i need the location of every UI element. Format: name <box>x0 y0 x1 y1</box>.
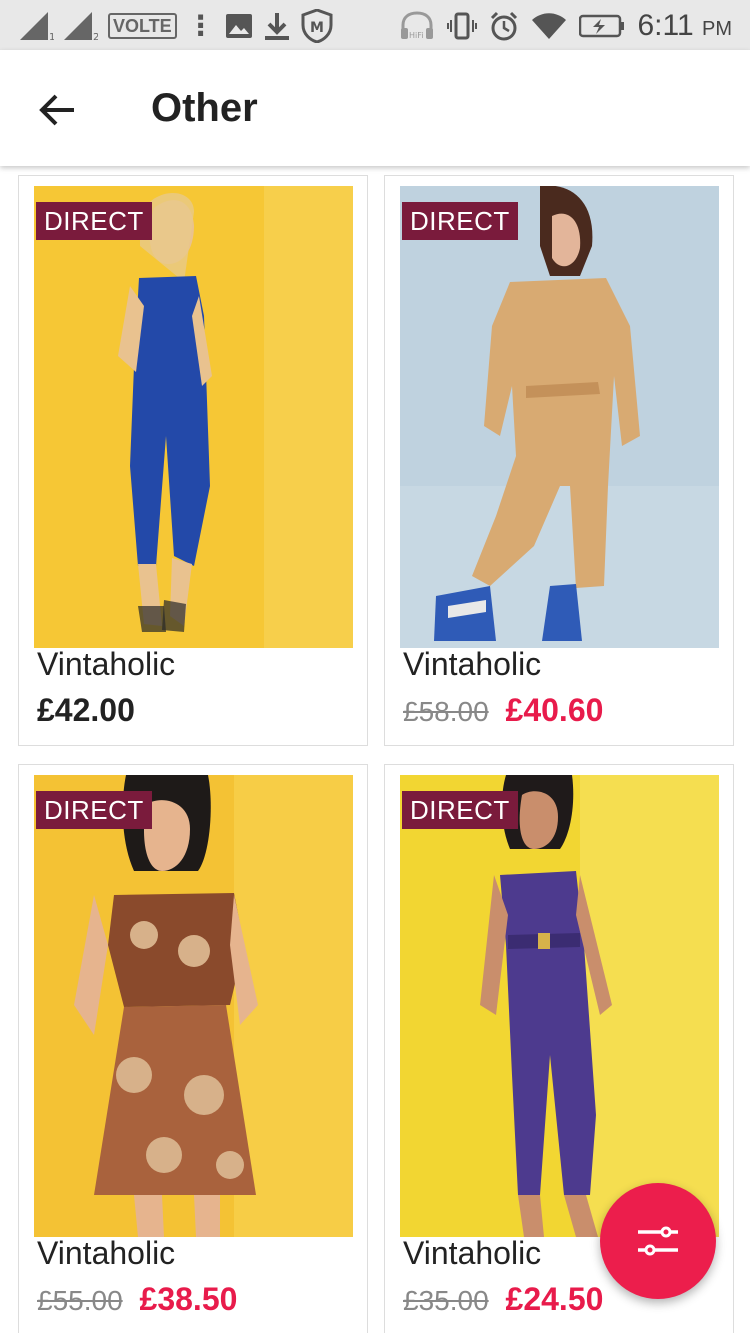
svg-text:M: M <box>310 20 324 36</box>
battery-charging-icon <box>579 14 625 38</box>
product-original-price: £35.00 <box>403 1285 489 1316</box>
filter-button[interactable] <box>600 1183 716 1299</box>
volte-badge: VOLTE <box>108 13 177 39</box>
direct-badge: DIRECT <box>402 202 518 240</box>
clock: 6:11 PM <box>637 9 732 43</box>
product-price-row: £55.00 £38.50 <box>37 1281 237 1318</box>
signal-2-icon: 2 <box>64 12 98 40</box>
svg-text:1: 1 <box>49 32 54 40</box>
filter-sliders-icon <box>638 1226 678 1256</box>
status-bar-right: HiFi 6:11 PM <box>399 8 732 44</box>
product-price-row: £35.00 £24.50 <box>403 1281 603 1318</box>
status-bar-left: 1 2 VOLTE ⋮ M <box>20 9 333 43</box>
product-price-row: £58.00 £40.60 <box>403 692 603 729</box>
back-button[interactable] <box>30 82 86 138</box>
alarm-icon <box>491 11 518 41</box>
product-image: DIRECT <box>400 186 719 648</box>
direct-badge: DIRECT <box>402 791 518 829</box>
product-price: £42.00 <box>37 692 135 728</box>
wifi-icon <box>532 13 567 39</box>
product-price-row: £42.00 <box>37 692 135 729</box>
vibrate-icon <box>447 12 478 40</box>
product-card[interactable]: DIRECT Vintaholic £55.00 £38.50 <box>18 764 368 1333</box>
product-image: DIRECT <box>34 186 353 648</box>
more-vert-icon: ⋮ <box>186 10 215 41</box>
shield-icon: M <box>301 9 333 43</box>
product-card[interactable]: DIRECT Vintaholic £42.00 <box>18 175 368 746</box>
direct-badge: DIRECT <box>36 202 152 240</box>
product-sale-price: £24.50 <box>505 1281 604 1317</box>
product-image: DIRECT <box>34 775 353 1237</box>
product-grid: DIRECT Vintaholic £42.00 DIRECT Vintahol… <box>0 166 750 1333</box>
product-original-price: £55.00 <box>37 1285 123 1316</box>
product-sale-price: £38.50 <box>139 1281 238 1317</box>
product-brand: Vintaholic <box>37 1235 176 1271</box>
image-icon <box>225 14 252 38</box>
direct-badge: DIRECT <box>36 791 152 829</box>
clock-ampm: PM <box>702 18 732 40</box>
product-image: DIRECT <box>400 775 719 1237</box>
app-bar: Other <box>0 50 750 166</box>
svg-text:HiFi: HiFi <box>409 31 423 40</box>
status-bar: 1 2 VOLTE ⋮ M HiFi 6:11 PM <box>0 0 750 50</box>
svg-text:2: 2 <box>93 32 98 40</box>
product-brand: Vintaholic <box>403 646 542 682</box>
product-sale-price: £40.60 <box>505 692 604 728</box>
product-card[interactable]: DIRECT Vintaholic £58.00 £40.60 <box>384 175 734 746</box>
signal-1-icon: 1 <box>20 12 54 40</box>
arrow-back-icon <box>39 94 74 126</box>
product-brand: Vintaholic <box>37 646 176 682</box>
product-original-price: £58.00 <box>403 696 489 727</box>
page-title: Other <box>151 86 258 130</box>
download-icon <box>264 13 289 40</box>
hifi-headphones-icon: HiFi <box>401 11 434 40</box>
clock-time: 6:11 <box>637 9 694 42</box>
product-brand: Vintaholic <box>403 1235 542 1271</box>
